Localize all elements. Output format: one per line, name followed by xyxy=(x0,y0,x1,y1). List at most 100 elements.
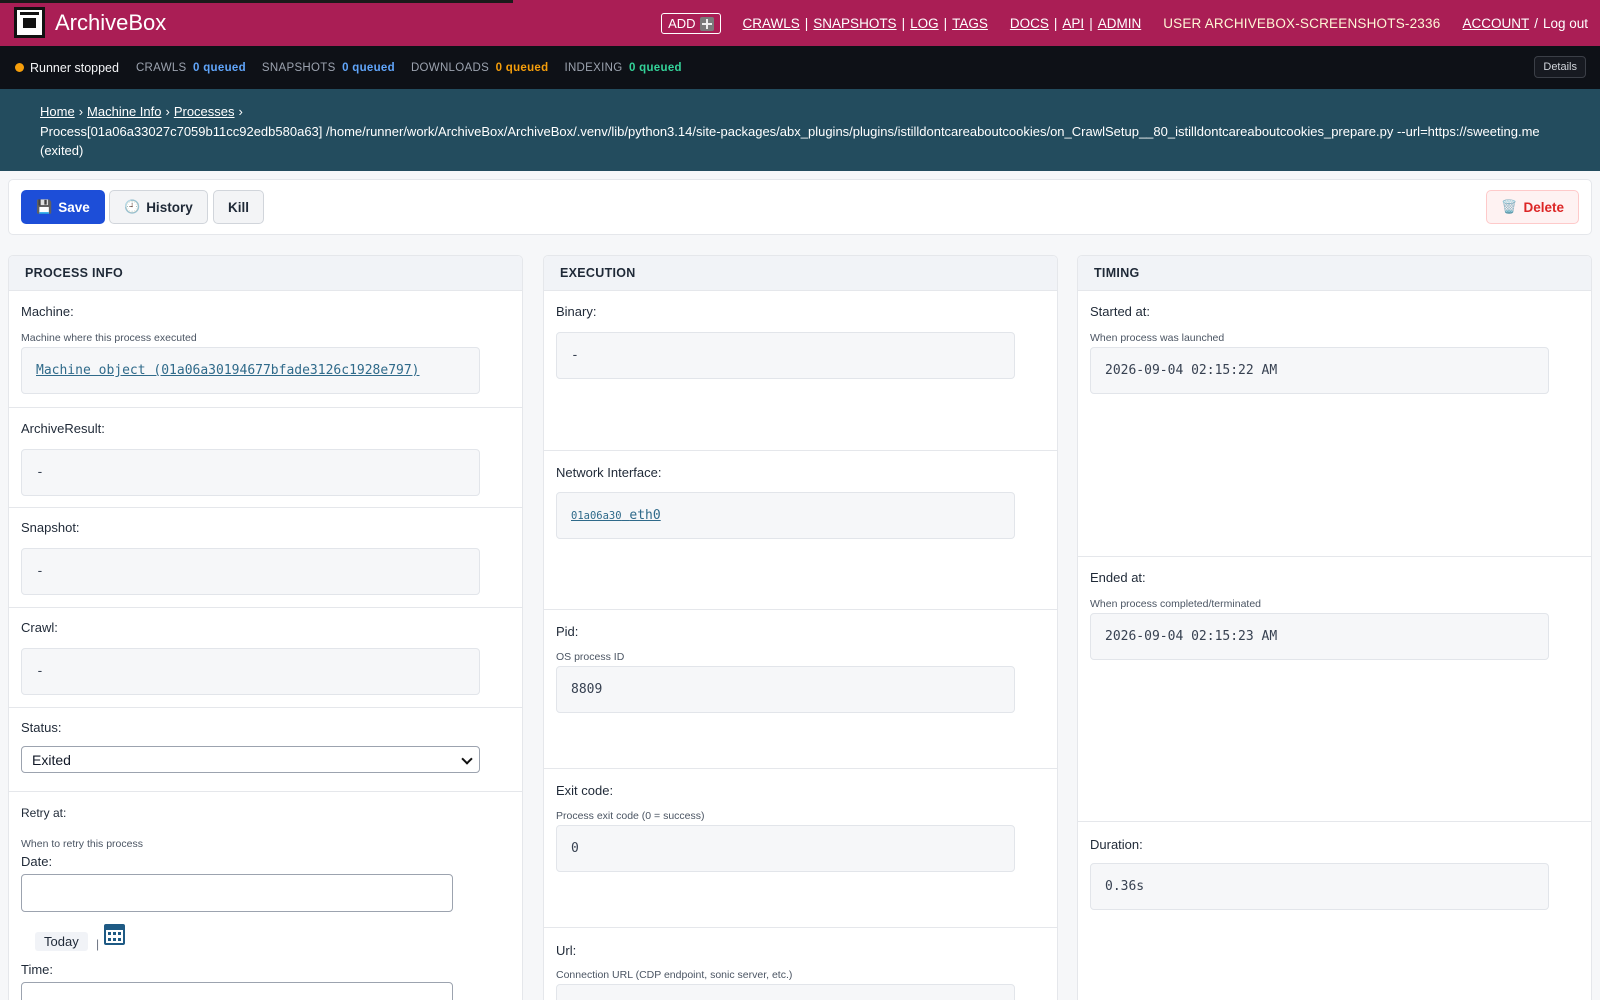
plus-icon xyxy=(699,16,714,31)
pid-field: Pid: OS process ID 8809 xyxy=(544,609,1057,768)
field-help: When process was launched xyxy=(1090,332,1225,344)
brand-name[interactable]: ArchiveBox xyxy=(55,10,166,36)
queue-count: 0 queued xyxy=(495,61,549,74)
delete-label: Delete xyxy=(1523,199,1564,215)
machine-link[interactable]: Machine object (01a06a30194677bfade3126c… xyxy=(36,363,420,378)
add-button[interactable]: ADD xyxy=(661,13,721,34)
queue-snapshots: SNAPSHOTS 0 queued xyxy=(262,62,395,74)
breadcrumb-home-link[interactable]: Home xyxy=(40,104,75,119)
nav-account-link[interactable]: ACCOUNT xyxy=(1462,16,1529,31)
runner-status-text: Runner stopped xyxy=(30,60,119,75)
top-header: ArchiveBox ADD CRAWLS | SNAPSHOTS | LOG … xyxy=(0,0,1600,46)
queue-label: DOWNLOADS xyxy=(410,61,490,74)
history-button[interactable]: 🕘 History xyxy=(109,190,208,224)
save-button[interactable]: 💾 Save xyxy=(21,190,105,224)
calendar-icon[interactable] xyxy=(104,924,125,945)
breadcrumb-arrow: › xyxy=(78,104,84,119)
runner-status-dot-icon xyxy=(15,63,24,72)
queue-label: SNAPSHOTS xyxy=(261,61,336,74)
time-input[interactable] xyxy=(21,982,453,1000)
queue-count: 0 queued xyxy=(342,61,395,74)
delete-button[interactable]: 🗑️ Delete xyxy=(1486,190,1579,224)
nav-separator: | xyxy=(943,16,948,31)
queue-label: INDEXING xyxy=(564,61,623,74)
crawl-value: - xyxy=(21,648,480,695)
retry-at-field: Retry at: When to retry this process Dat… xyxy=(9,791,522,1000)
nav-separator: | xyxy=(1053,16,1058,31)
field-label: Started at: xyxy=(1090,304,1150,319)
field-label: Crawl: xyxy=(21,620,58,635)
network-interface-link[interactable]: 01a06a30 eth0 xyxy=(571,508,661,523)
interface-id: 01a06a30 xyxy=(571,510,622,522)
status-select[interactable]: Exited xyxy=(21,746,480,773)
field-help: Machine where this process executed xyxy=(21,332,197,344)
breadcrumb: Home › Machine Info › Processes › Process[01a… xyxy=(0,89,1600,171)
logout-link[interactable]: Log out xyxy=(1543,16,1588,31)
queue-count: 0 queued xyxy=(628,61,682,74)
clock-icon: 🕘 xyxy=(124,199,141,214)
nav-docs-link[interactable]: DOCS xyxy=(1010,16,1049,31)
field-label: Duration: xyxy=(1090,837,1143,852)
ended-at-value: 2026-09-04 02:15:23 AM xyxy=(1090,613,1549,660)
nav-crawls-link[interactable]: CRAWLS xyxy=(743,16,800,31)
exit-code-field: Exit code: Process exit code (0 = succes… xyxy=(544,768,1057,927)
field-label: Retry at: xyxy=(21,806,67,820)
nav-admin-link[interactable]: ADMIN xyxy=(1098,16,1142,31)
started-at-field: Started at: When process was launched 20… xyxy=(1078,291,1591,556)
floppy-disk-icon: 💾 xyxy=(36,199,53,214)
nav-snapshots-link[interactable]: SNAPSHOTS xyxy=(813,16,896,31)
breadcrumb-processes-link[interactable]: Processes xyxy=(174,104,235,119)
field-label: Url: xyxy=(556,943,577,958)
field-label: Ended at: xyxy=(1090,570,1146,585)
top-nav: ADD CRAWLS | SNAPSHOTS | LOG | TAGS DOCS… xyxy=(661,13,1588,34)
binary-field: Binary: - xyxy=(544,291,1057,450)
breadcrumb-machine-info-link[interactable]: Machine Info xyxy=(87,104,161,119)
add-label: ADD xyxy=(668,16,696,31)
nav-tags-link[interactable]: TAGS xyxy=(952,16,988,31)
duration-field: Duration: 0.36s xyxy=(1078,821,1591,1000)
nav-api-link[interactable]: API xyxy=(1062,16,1084,31)
snapshot-value: - xyxy=(21,548,480,595)
panel-title: TIMING xyxy=(1078,256,1591,291)
queue-downloads: DOWNLOADS 0 queued xyxy=(411,62,549,74)
crawl-field: Crawl: - xyxy=(9,607,522,707)
network-interface-field: Network Interface: 01a06a30 eth0 xyxy=(544,450,1057,609)
nav-separator: | xyxy=(901,16,906,31)
field-label: Snapshot: xyxy=(21,520,80,535)
runner-status-bar: Runner stopped CRAWLS 0 queued SNAPSHOTS… xyxy=(0,46,1600,89)
field-label: Pid: xyxy=(556,624,579,639)
details-button[interactable]: Details xyxy=(1534,56,1586,78)
field-label: Exit code: xyxy=(556,783,614,798)
nav-separator: | xyxy=(1089,16,1093,31)
history-label: History xyxy=(146,199,193,215)
status-field: Status: Exited xyxy=(9,707,522,791)
field-help: Connection URL (CDP endpoint, sonic serv… xyxy=(556,969,793,981)
archivebox-logo-icon xyxy=(14,7,45,38)
nav-separator: | xyxy=(804,16,809,31)
field-help: OS process ID xyxy=(556,651,625,663)
calendar-grid xyxy=(108,932,121,942)
queue-label: CRAWLS xyxy=(135,61,187,74)
url-field: Url: Connection URL (CDP endpoint, sonic… xyxy=(544,927,1057,1000)
queue-indexing: INDEXING 0 queued xyxy=(564,62,681,74)
interface-name: eth0 xyxy=(629,508,661,523)
today-link[interactable]: Today xyxy=(35,932,88,951)
field-help: Process exit code (0 = success) xyxy=(556,810,705,822)
page-progress-bar xyxy=(0,0,513,3)
exit-code-value: 0 xyxy=(556,825,1015,872)
date-input[interactable] xyxy=(21,874,453,912)
object-toolbar: 💾 Save 🕘 History Kill 🗑️ Delete xyxy=(8,179,1592,235)
process-info-panel: PROCESS INFO Machine: Machine where this… xyxy=(8,255,523,1000)
started-at-value: 2026-09-04 02:15:22 AM xyxy=(1090,347,1549,394)
date-shortcut-separator: | xyxy=(96,937,100,951)
queue-crawls: CRAWLS 0 queued xyxy=(136,62,246,74)
field-label: Status: xyxy=(21,720,62,735)
nav-log-link[interactable]: LOG xyxy=(910,16,939,31)
pid-value: 8809 xyxy=(556,666,1015,713)
execution-panel: EXECUTION Binary: - Network Interface: 0… xyxy=(543,255,1058,1000)
field-help: When to retry this process xyxy=(21,838,143,850)
date-label: Date: xyxy=(21,854,53,869)
field-label: ArchiveResult: xyxy=(21,421,105,436)
brand[interactable]: ArchiveBox xyxy=(14,7,166,38)
kill-button[interactable]: Kill xyxy=(213,190,265,224)
